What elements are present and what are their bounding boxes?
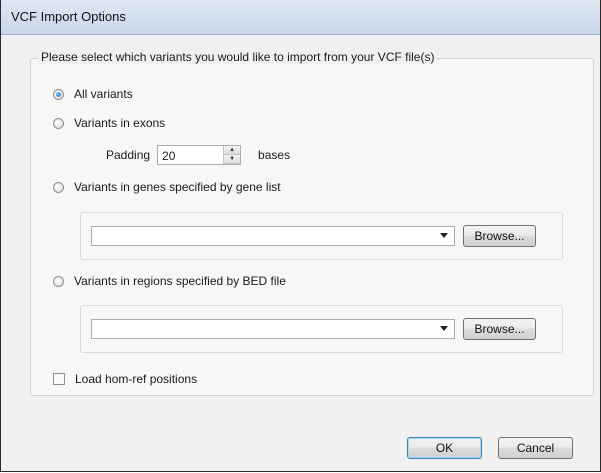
title-bar[interactable]: VCF Import Options: [1, 0, 600, 35]
vcf-import-dialog: VCF Import Options Please select which v…: [0, 0, 601, 472]
window-title: VCF Import Options: [11, 9, 126, 24]
radio-genes-by-gene-list-label: Variants in genes specified by gene list: [74, 180, 281, 194]
radio-button-icon[interactable]: [53, 275, 64, 287]
radio-all-variants[interactable]: All variants: [53, 86, 133, 102]
radio-variants-in-exons-label: Variants in exons: [74, 116, 166, 130]
padding-unit: bases: [258, 148, 291, 162]
checkbox-load-homref[interactable]: Load hom-ref positions: [53, 371, 197, 387]
bed-file-panel: Browse...: [80, 305, 563, 353]
gene-list-panel: Browse...: [80, 212, 563, 260]
radio-regions-by-bed-file[interactable]: Variants in regions specified by BED fil…: [53, 273, 286, 289]
spinner-buttons: ▲ ▼: [223, 146, 241, 164]
radio-button-checked-icon[interactable]: [53, 88, 64, 100]
padding-value[interactable]: 20: [162, 149, 175, 163]
radio-button-icon[interactable]: [53, 181, 64, 193]
ok-button[interactable]: OK: [407, 437, 482, 459]
radio-genes-by-gene-list[interactable]: Variants in genes specified by gene list: [53, 179, 281, 195]
radio-regions-by-bed-file-label: Variants in regions specified by BED fil…: [74, 274, 286, 288]
cancel-button[interactable]: Cancel: [498, 437, 573, 459]
spin-down-icon[interactable]: ▼: [224, 155, 241, 164]
bed-file-combobox[interactable]: [91, 319, 455, 339]
radio-variants-in-exons[interactable]: Variants in exons: [53, 115, 165, 131]
checkbox-load-homref-label: Load hom-ref positions: [75, 372, 198, 386]
checkbox-icon[interactable]: [53, 373, 65, 385]
gene-list-combobox[interactable]: [91, 226, 455, 246]
radio-button-icon[interactable]: [53, 117, 64, 129]
group-label: Please select which variants you would l…: [38, 50, 438, 64]
dropdown-arrow-icon[interactable]: [440, 326, 448, 331]
dropdown-arrow-icon[interactable]: [440, 233, 448, 238]
padding-spinner[interactable]: 20 ▲ ▼: [157, 145, 242, 165]
gene-list-browse-button[interactable]: Browse...: [463, 225, 536, 247]
padding-label: Padding: [106, 148, 151, 162]
bed-file-browse-button[interactable]: Browse...: [463, 318, 536, 340]
radio-all-variants-label: All variants: [74, 87, 133, 101]
spin-up-icon[interactable]: ▲: [224, 146, 241, 155]
padding-row: Padding 20 ▲ ▼ bases: [106, 145, 290, 165]
